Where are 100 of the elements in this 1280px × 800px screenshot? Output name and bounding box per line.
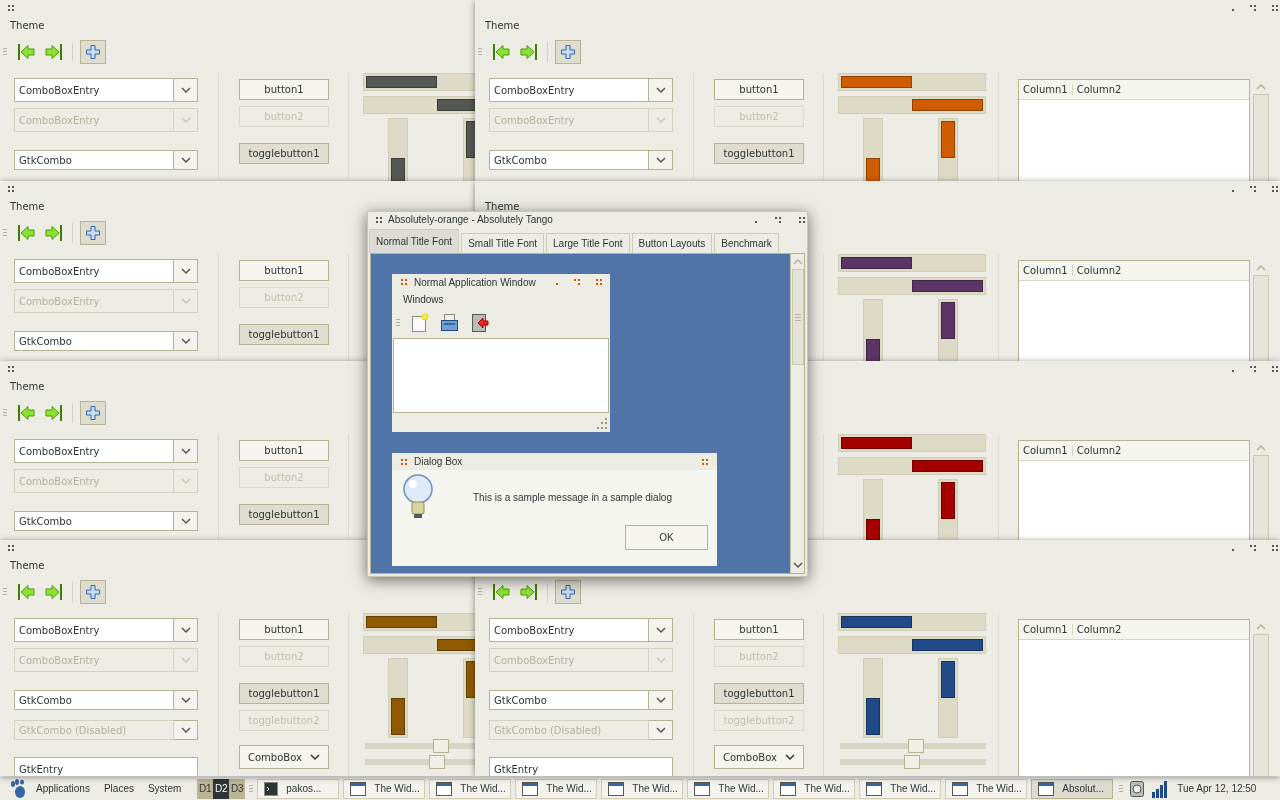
task-button[interactable]: The Wid...: [773, 778, 856, 799]
toggle-button[interactable]: togglebutton1: [239, 143, 329, 164]
dropdown[interactable]: ComboBox: [714, 745, 804, 769]
slider-handle[interactable]: [428, 755, 445, 769]
task-button[interactable]: The Wid...: [601, 778, 684, 799]
text-field[interactable]: GtkCombo: [14, 150, 174, 170]
toolbar-button[interactable]: [80, 221, 106, 245]
toggle-button[interactable]: togglebutton1: [714, 143, 804, 164]
dropdown-button[interactable]: [649, 690, 673, 710]
tab[interactable]: Button Layouts: [631, 233, 713, 253]
menu-item[interactable]: Theme: [9, 559, 46, 571]
dropdown[interactable]: ComboBox: [239, 745, 329, 769]
column-header[interactable]: Column2: [1072, 84, 1126, 95]
dropdown-button[interactable]: [174, 150, 198, 170]
dropdown-button[interactable]: [174, 648, 198, 672]
dropdown-button[interactable]: [174, 469, 198, 493]
scrollbar[interactable]: [790, 254, 804, 573]
button[interactable]: button1: [239, 619, 329, 640]
dropdown-button[interactable]: [649, 720, 673, 740]
clock[interactable]: Tue Apr 12, 12:50: [1177, 783, 1257, 794]
toolbar-button[interactable]: [555, 580, 581, 604]
toggle-button[interactable]: togglebutton1: [239, 324, 329, 345]
text-field[interactable]: ComboBoxEntry: [14, 78, 174, 102]
toggle-button[interactable]: togglebutton1: [239, 683, 329, 704]
task-button[interactable]: pakos...: [257, 778, 340, 799]
menu-item[interactable]: Theme: [484, 19, 521, 31]
dropdown-button[interactable]: [649, 648, 673, 672]
column-header[interactable]: Column2: [1072, 445, 1126, 456]
workspace-button[interactable]: D1: [197, 778, 214, 799]
task-button[interactable]: The Wid...: [945, 778, 1028, 799]
text-field[interactable]: ComboBoxEntry: [489, 618, 649, 642]
menu-item[interactable]: Theme: [9, 200, 46, 212]
dropdown-button[interactable]: [174, 720, 198, 740]
menu-item[interactable]: Theme: [484, 200, 521, 212]
dropdown-button[interactable]: [174, 108, 198, 132]
toolbar-button[interactable]: [80, 40, 106, 64]
text-field[interactable]: GtkEntry: [489, 757, 673, 776]
task-button[interactable]: The Wid...: [343, 778, 426, 799]
tab[interactable]: Small Title Font: [461, 233, 545, 253]
dropdown-button[interactable]: [649, 618, 673, 642]
text-field[interactable]: GtkCombo: [14, 690, 174, 710]
column-header[interactable]: Column2: [1072, 624, 1126, 635]
button[interactable]: button1: [714, 619, 804, 640]
slider-handle[interactable]: [907, 739, 924, 753]
toggle-button[interactable]: togglebutton1: [714, 683, 804, 704]
slider-handle[interactable]: [903, 755, 920, 769]
dropdown-button[interactable]: [174, 78, 198, 102]
menu-item[interactable]: Theme: [9, 19, 46, 31]
column-header[interactable]: Column1: [1019, 84, 1073, 95]
skip-forward-icon: [45, 583, 63, 601]
column-header[interactable]: Column1: [1019, 265, 1073, 276]
text-field[interactable]: GtkEntry: [14, 757, 198, 776]
dropdown-button[interactable]: [174, 439, 198, 463]
column-header[interactable]: Column2: [1072, 265, 1126, 276]
tab[interactable]: Normal Title Font: [369, 229, 460, 253]
dropdown-button[interactable]: [649, 78, 673, 102]
dropdown-button[interactable]: [174, 289, 198, 313]
button[interactable]: button1: [714, 79, 804, 100]
text-field[interactable]: GtkCombo: [14, 331, 174, 351]
dropdown-button[interactable]: [174, 690, 198, 710]
dropdown-button[interactable]: [174, 331, 198, 351]
button[interactable]: button1: [239, 79, 329, 100]
column-header[interactable]: Column1: [1019, 445, 1073, 456]
text-field[interactable]: ComboBoxEntry: [14, 439, 174, 463]
task-button[interactable]: The Wid...: [859, 778, 942, 799]
dropdown-button[interactable]: [649, 108, 673, 132]
toolbar-button[interactable]: [555, 40, 581, 64]
workspace-button[interactable]: D2: [213, 778, 230, 799]
column-header[interactable]: Column1: [1019, 624, 1073, 635]
tab[interactable]: Benchmark: [714, 233, 779, 253]
text-field[interactable]: GtkCombo: [14, 511, 174, 531]
text-field[interactable]: GtkCombo: [489, 150, 649, 170]
text-field[interactable]: ComboBoxEntry: [14, 259, 174, 283]
text-field[interactable]: ComboBoxEntry: [489, 78, 649, 102]
dropdown-button[interactable]: [174, 511, 198, 531]
dropdown-button[interactable]: [649, 150, 673, 170]
toolbar-button[interactable]: [80, 401, 106, 425]
task-button[interactable]: The Wid...: [687, 778, 770, 799]
slider-handle[interactable]: [432, 739, 449, 753]
button[interactable]: button1: [239, 260, 329, 281]
menu-item[interactable]: Windows: [402, 293, 445, 305]
dropdown-button[interactable]: [174, 618, 198, 642]
menu-item[interactable]: Places: [103, 783, 134, 794]
toggle-button[interactable]: togglebutton1: [239, 504, 329, 525]
dropdown-button[interactable]: [174, 259, 198, 283]
button[interactable]: OK: [625, 525, 708, 550]
task-button[interactable]: The Wid...: [515, 778, 598, 799]
tab[interactable]: Large Title Font: [546, 233, 630, 253]
toolbar-button[interactable]: [80, 580, 106, 604]
task-button[interactable]: The Wid...: [429, 778, 512, 799]
task-button[interactable]: Absolut...: [1031, 778, 1114, 799]
button[interactable]: button1: [239, 440, 329, 461]
text-field[interactable]: ComboBoxEntry: [14, 618, 174, 642]
menu-item[interactable]: Theme: [9, 380, 46, 392]
text-field[interactable]: GtkCombo: [489, 690, 649, 710]
text-area[interactable]: [393, 338, 609, 413]
workspace-button[interactable]: D3: [229, 778, 246, 799]
menu-item[interactable]: System: [147, 783, 182, 794]
menu-item[interactable]: Applications: [36, 783, 90, 794]
scrollbar-thumb[interactable]: [791, 269, 804, 365]
